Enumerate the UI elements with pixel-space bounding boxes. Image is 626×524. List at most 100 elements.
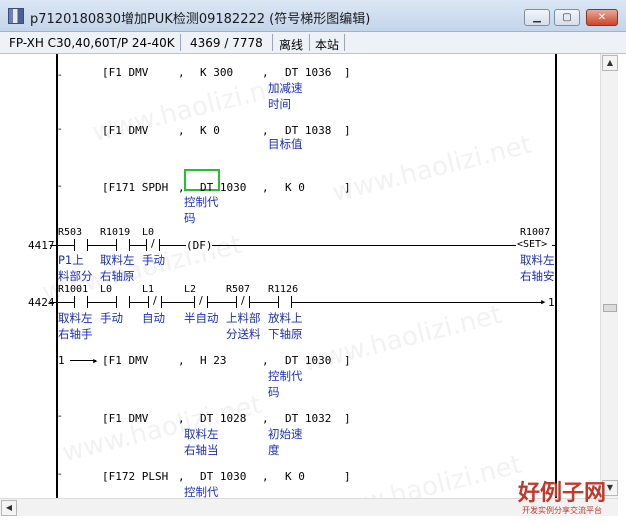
contact-nc[interactable]: / bbox=[194, 294, 208, 308]
vertical-scrollbar[interactable]: ▲ ▼ bbox=[600, 54, 618, 498]
scroll-left-icon[interactable]: ◀ bbox=[1, 500, 17, 516]
divider bbox=[344, 34, 345, 51]
operand-separator: , bbox=[262, 66, 269, 79]
rung-wire bbox=[58, 302, 544, 303]
comment: 取料左 bbox=[184, 427, 219, 441]
contact-no[interactable] bbox=[278, 296, 292, 308]
instruction-operand[interactable]: K 300 bbox=[200, 66, 233, 79]
comment: 手动 bbox=[100, 311, 123, 325]
df-instruction[interactable]: (DF) bbox=[186, 239, 213, 252]
divider bbox=[309, 34, 310, 51]
comment: 右轴手 bbox=[58, 327, 93, 341]
set-coil[interactable]: <SET> bbox=[517, 239, 547, 250]
jump-label: 1 bbox=[548, 296, 555, 309]
jump-arrow: ▸ bbox=[92, 354, 99, 367]
brand-logo: 好例子网 开发实例分享交流平台 bbox=[518, 481, 606, 516]
plc-model: FP-XH C30,40,60T/P 24-40K bbox=[9, 36, 175, 50]
comment: 右轴原 bbox=[100, 269, 135, 283]
rung-wire bbox=[212, 245, 516, 246]
contact-no[interactable] bbox=[74, 296, 88, 308]
comment: 控制代 bbox=[184, 485, 219, 498]
comment: 下轴原 bbox=[268, 327, 303, 341]
operand-separator: , bbox=[178, 354, 185, 367]
comment: 码 bbox=[268, 385, 280, 399]
brand-name: 好例子网 bbox=[517, 480, 606, 506]
instruction-function[interactable]: [F172 PLSH bbox=[102, 470, 168, 483]
instruction-operand[interactable]: K 0 bbox=[200, 124, 220, 137]
instruction-operand[interactable]: K 0 bbox=[285, 181, 305, 194]
window-title: p7120180830增加PUK检测09182222 (符号梯形图编辑) bbox=[30, 12, 371, 27]
ladder-editor[interactable]: www.haolizi.net www.haolizi.net www.haol… bbox=[0, 54, 600, 498]
brand-tagline: 开发实例分享交流平台 bbox=[521, 506, 602, 515]
comment: 控制代 bbox=[184, 195, 219, 209]
instruction-close: ] bbox=[344, 354, 351, 367]
contact-nc[interactable]: / bbox=[148, 294, 162, 308]
rung-wire bbox=[552, 245, 556, 246]
operand-separator: , bbox=[262, 470, 269, 483]
operand-separator: , bbox=[178, 412, 185, 425]
instruction-function[interactable]: [F1 DMV bbox=[102, 66, 148, 79]
rung-marker: - bbox=[58, 124, 62, 135]
comment: 上料部 bbox=[226, 311, 261, 325]
app-icon bbox=[8, 8, 24, 24]
rung-wire bbox=[50, 302, 56, 303]
instruction-operand[interactable]: DT 1028 bbox=[200, 412, 246, 425]
operand-separator: , bbox=[178, 470, 185, 483]
instruction-function[interactable]: [F171 SPDH bbox=[102, 181, 168, 194]
operand-separator: , bbox=[178, 181, 185, 194]
comment: 手动 bbox=[142, 253, 165, 267]
rung-marker: - bbox=[58, 411, 62, 422]
instruction-function[interactable]: [F1 DMV bbox=[102, 412, 148, 425]
contact-address: R503 bbox=[58, 227, 83, 238]
divider bbox=[272, 34, 273, 51]
scroll-up-icon[interactable]: ▲ bbox=[602, 55, 618, 71]
comment: 时间 bbox=[268, 97, 291, 111]
watermark: www.haolizi.net bbox=[59, 389, 265, 469]
instruction-operand[interactable]: DT 1030 bbox=[200, 181, 246, 194]
contact-address: R1019 bbox=[100, 227, 131, 238]
instruction-function[interactable]: [F1 DMV bbox=[102, 354, 148, 367]
comment: P1上 bbox=[58, 253, 84, 267]
contact-no[interactable] bbox=[116, 239, 130, 251]
comment: 控制代 bbox=[268, 369, 303, 383]
comment: 放料上 bbox=[268, 311, 303, 325]
divider bbox=[180, 34, 181, 51]
instruction-close: ] bbox=[344, 181, 351, 194]
jump-label: 1 bbox=[58, 354, 65, 367]
instruction-operand[interactable]: DT 1030 bbox=[285, 354, 331, 367]
comment: 度 bbox=[268, 443, 280, 457]
operand-separator: , bbox=[178, 66, 185, 79]
instruction-function[interactable]: [F1 DMV bbox=[102, 124, 148, 137]
contact-no[interactable] bbox=[116, 296, 130, 308]
instruction-operand[interactable]: DT 1036 bbox=[285, 66, 331, 79]
minimize-button[interactable]: ▁ bbox=[524, 9, 550, 26]
title-bar: p7120180830增加PUK检测09182222 (符号梯形图编辑) ▁ ▢… bbox=[0, 0, 626, 32]
rung-marker: - bbox=[58, 70, 62, 81]
comment: 加减速 bbox=[268, 81, 303, 95]
scroll-thumb[interactable] bbox=[603, 304, 617, 312]
instruction-close: ] bbox=[344, 66, 351, 79]
instruction-operand[interactable]: DT 1030 bbox=[200, 470, 246, 483]
contact-address: R1001 bbox=[58, 284, 89, 295]
comment: 取料左 bbox=[100, 253, 135, 267]
close-button[interactable]: ✕ bbox=[586, 9, 618, 26]
instruction-operand[interactable]: K 0 bbox=[285, 470, 305, 483]
maximize-button[interactable]: ▢ bbox=[554, 9, 580, 26]
jump-arrow: ▸ bbox=[540, 295, 547, 308]
comment: 右轴安 bbox=[520, 269, 555, 283]
rung-marker: - bbox=[58, 469, 62, 480]
rung-marker: - bbox=[58, 181, 62, 192]
comment: 目标值 bbox=[268, 137, 303, 151]
operand-separator: , bbox=[178, 124, 185, 137]
watermark: www.haolizi.net bbox=[329, 129, 535, 209]
contact-nc[interactable]: / bbox=[236, 294, 250, 308]
instruction-operand[interactable]: H 23 bbox=[200, 354, 227, 367]
mode-indicator: 离线 bbox=[279, 38, 304, 52]
coil-address: R1007 bbox=[520, 227, 551, 238]
instruction-operand[interactable]: DT 1032 bbox=[285, 412, 331, 425]
right-power-rail bbox=[555, 54, 557, 498]
status-bar: FP-XH C30,40,60T/P 24-40K 4369 / 7778 离线… bbox=[0, 32, 626, 54]
rung-wire bbox=[50, 245, 56, 246]
contact-no[interactable] bbox=[74, 239, 88, 251]
contact-nc[interactable]: / bbox=[146, 237, 160, 251]
